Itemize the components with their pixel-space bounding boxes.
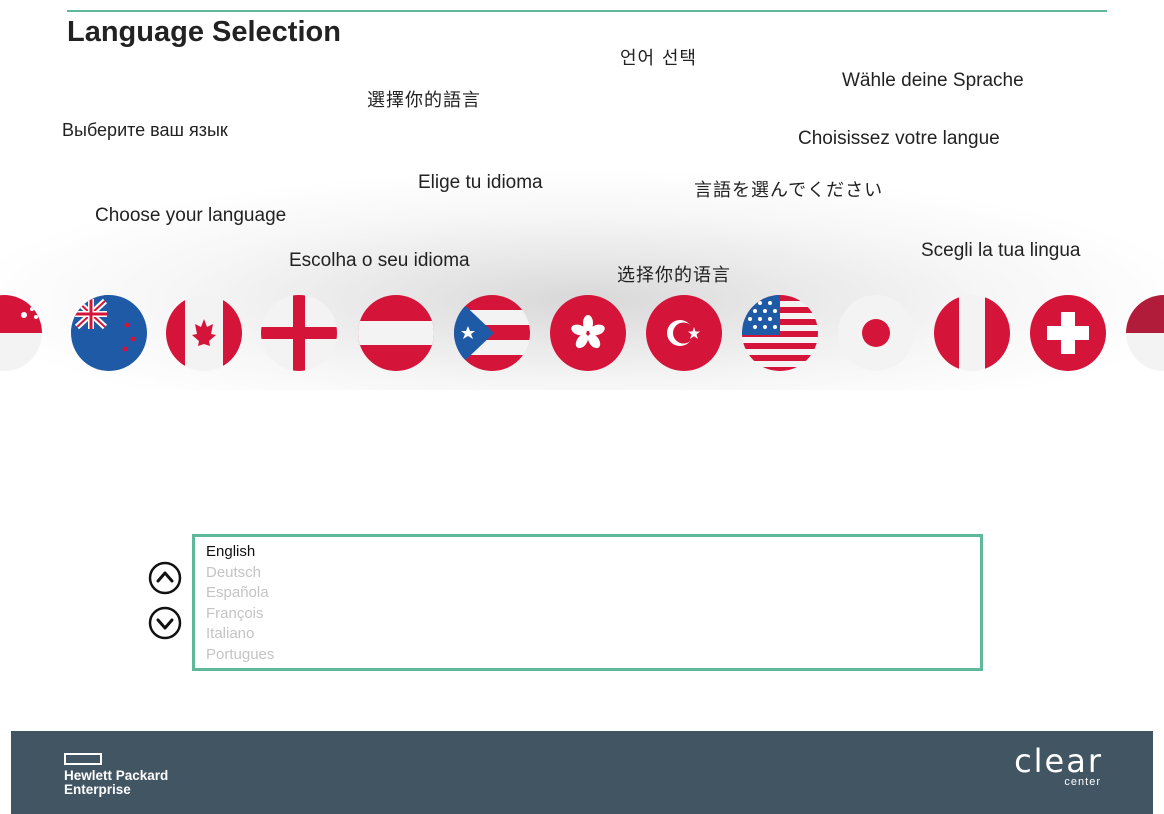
language-option-francois[interactable]: François bbox=[206, 604, 980, 625]
language-option-english[interactable]: English bbox=[206, 542, 980, 563]
turkey-flag-icon[interactable] bbox=[646, 295, 722, 371]
hpe-logo-line2: Enterprise bbox=[64, 782, 131, 797]
language-option-italiano[interactable]: Italiano bbox=[206, 624, 980, 645]
hpe-rectangle-icon bbox=[64, 753, 102, 765]
hpe-logo-line1: Hewlett Packard bbox=[64, 768, 169, 783]
phrase-english: Choose your language bbox=[95, 205, 287, 226]
phrase-traditional-chinese: 選擇你的語言 bbox=[367, 90, 481, 111]
phrase-russian: Выберите ваш язык bbox=[62, 120, 228, 140]
chevron-up-circle-icon bbox=[148, 561, 182, 595]
phrase-portuguese: Escolha o seu idioma bbox=[289, 250, 470, 271]
page-title: Language Selection bbox=[67, 16, 341, 48]
partial-flag-icon[interactable] bbox=[1126, 295, 1164, 371]
language-listbox[interactable]: English Deutsch Española François Italia… bbox=[192, 534, 983, 671]
chevron-down-circle-icon bbox=[148, 606, 182, 640]
hpe-logo: Hewlett Packard Enterprise bbox=[64, 753, 168, 797]
usa-flag-icon[interactable] bbox=[742, 295, 818, 371]
austria-flag-icon[interactable] bbox=[358, 295, 434, 371]
scroll-down-button[interactable] bbox=[148, 606, 182, 640]
clear-center-logo: clear center bbox=[1014, 742, 1103, 788]
england-flag-icon[interactable] bbox=[261, 295, 337, 371]
peru-flag-icon[interactable] bbox=[934, 295, 1010, 371]
singapore-flag-icon[interactable] bbox=[0, 295, 42, 371]
phrase-german: Wähle deine Sprache bbox=[842, 70, 1024, 91]
scroll-up-button[interactable] bbox=[148, 561, 182, 595]
switzerland-flag-icon[interactable] bbox=[1030, 295, 1106, 371]
language-list: English Deutsch Española François Italia… bbox=[195, 537, 980, 665]
clear-logo-word: clear bbox=[1014, 742, 1103, 780]
phrase-simplified-chinese: 选择你的语言 bbox=[617, 265, 731, 286]
footer-bar: Hewlett Packard Enterprise clear center bbox=[11, 731, 1153, 814]
phrase-korean: 언어 선택 bbox=[620, 48, 697, 69]
phrase-french: Choisissez votre langue bbox=[798, 128, 1000, 149]
hong-kong-flag-icon[interactable] bbox=[550, 295, 626, 371]
language-option-espanola[interactable]: Española bbox=[206, 583, 980, 604]
phrase-italian: Scegli la tua lingua bbox=[921, 240, 1081, 261]
phrase-spanish: Elige tu idioma bbox=[418, 172, 543, 193]
japan-flag-icon[interactable] bbox=[838, 295, 914, 371]
flag-carousel[interactable] bbox=[0, 295, 1164, 373]
canada-flag-icon[interactable] bbox=[166, 295, 242, 371]
phrase-japanese: 言語を選んでください bbox=[694, 180, 884, 201]
language-option-deutsch[interactable]: Deutsch bbox=[206, 563, 980, 584]
top-accent-rule bbox=[67, 10, 1107, 12]
new-zealand-flag-icon[interactable] bbox=[71, 295, 147, 371]
language-option-portugues[interactable]: Portugues bbox=[206, 645, 980, 666]
puerto-rico-flag-icon[interactable] bbox=[454, 295, 530, 371]
